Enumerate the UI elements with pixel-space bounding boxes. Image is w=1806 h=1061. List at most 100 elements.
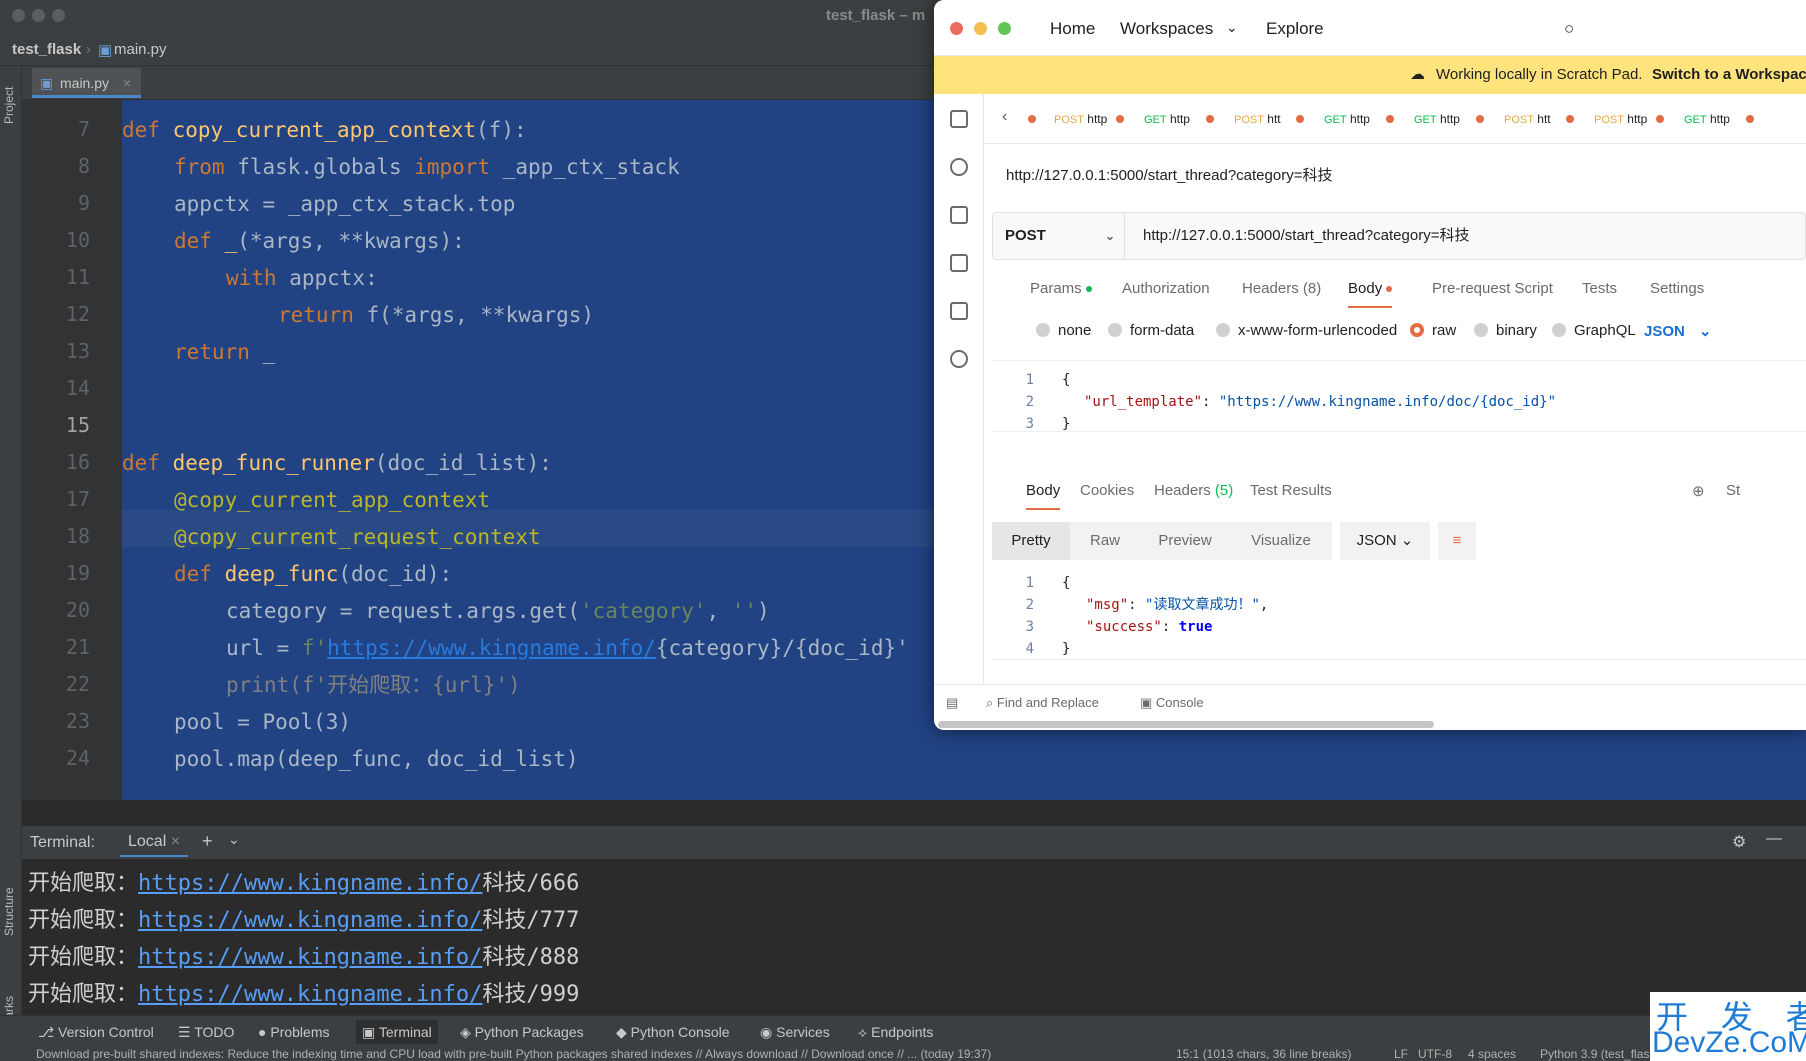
history-icon[interactable]	[950, 350, 968, 368]
wrap-lines-icon[interactable]: ≡	[1438, 522, 1476, 560]
problems-button[interactable]: ● Problems	[258, 1024, 330, 1040]
tab-params[interactable]: Params	[1030, 280, 1092, 297]
response-tab-test-results[interactable]: Test Results	[1250, 482, 1332, 499]
response-format-select[interactable]: JSON ⌄	[1340, 522, 1430, 560]
file-encoding[interactable]: UTF-8	[1418, 1047, 1452, 1061]
minimize-dot-icon[interactable]	[974, 22, 987, 35]
radio-none[interactable]: none	[1036, 322, 1091, 339]
todo-button[interactable]: ☰ TODO	[178, 1024, 234, 1041]
terminal-output[interactable]: 开始爬取：https://www.kingname.info/科技/666 开始…	[22, 859, 1806, 1015]
terminal-icon: ▣	[362, 1024, 379, 1040]
url-input[interactable]	[1143, 213, 1783, 259]
console-button[interactable]: ▣ Console	[1140, 695, 1204, 711]
breadcrumb-project[interactable]: test_flask	[12, 41, 81, 58]
apis-icon[interactable]	[950, 158, 968, 176]
close-dot-icon[interactable]	[12, 9, 25, 22]
chevron-down-icon[interactable]: ⌄	[1226, 19, 1238, 36]
close-icon[interactable]: ×	[171, 833, 180, 850]
request-tab[interactable]: GET http	[1684, 112, 1774, 126]
tab-main-py[interactable]: ▣ main.py ×	[32, 68, 142, 98]
request-tab[interactable]: POST htt	[1234, 112, 1324, 126]
chevron-down-icon[interactable]: ⌄	[228, 831, 240, 848]
tab-settings[interactable]: Settings	[1650, 280, 1704, 297]
request-title[interactable]: http://127.0.0.1:5000/start_thread?categ…	[1006, 164, 1332, 185]
nav-explore[interactable]: Explore	[1266, 19, 1324, 39]
cursor-position[interactable]: 15:1 (1013 chars, 36 line breaks)	[1176, 1047, 1351, 1061]
postman-window: Home Workspaces ⌄ Explore ○ ☁ Working lo…	[934, 0, 1806, 730]
horizontal-scrollbar[interactable]	[938, 721, 1434, 728]
tab-authorization[interactable]: Authorization	[1122, 280, 1210, 297]
structure-tool-button[interactable]: Structure	[2, 887, 16, 936]
view-visualize-button[interactable]: Visualize	[1230, 522, 1332, 560]
radio-urlencoded[interactable]: x-www-form-urlencoded	[1216, 322, 1397, 339]
endpoints-button[interactable]: ⟡ Endpoints	[858, 1024, 933, 1041]
python-console-button[interactable]: ◆ Python Console	[616, 1024, 730, 1041]
terminal-button[interactable]: ▣ Terminal	[356, 1020, 438, 1044]
nav-home[interactable]: Home	[1050, 19, 1095, 39]
tab-pre-request-script[interactable]: Pre-request Script	[1432, 280, 1553, 297]
tab-body[interactable]: Body	[1348, 280, 1393, 308]
method-select[interactable]: POST ⌄	[993, 213, 1125, 259]
radio-binary[interactable]: binary	[1474, 322, 1537, 339]
python-packages-button[interactable]: ◈ Python Packages	[460, 1024, 584, 1041]
radio-raw[interactable]: raw	[1410, 322, 1456, 339]
chevron-left-icon[interactable]: ‹	[1002, 108, 1007, 126]
mock-servers-icon[interactable]	[950, 254, 968, 272]
maximize-dot-icon[interactable]	[998, 22, 1011, 35]
gear-icon[interactable]: ⚙	[1732, 832, 1746, 852]
view-preview-button[interactable]: Preview	[1140, 522, 1230, 560]
maximize-dot-icon[interactable]	[52, 9, 65, 22]
monitors-icon[interactable]	[950, 302, 968, 320]
response-tab-headers[interactable]: Headers (5)	[1154, 482, 1233, 499]
postman-top-bar: Home Workspaces ⌄ Explore ○	[934, 0, 1806, 56]
add-terminal-icon[interactable]: +	[202, 831, 213, 852]
view-raw-button[interactable]: Raw	[1070, 522, 1140, 560]
project-tool-button[interactable]: Project	[2, 87, 16, 124]
code-line-7: def copy_current_app_context(f):	[122, 118, 527, 142]
version-control-button[interactable]: ⎇ Version Control	[38, 1024, 154, 1041]
services-button[interactable]: ◉ Services	[760, 1024, 830, 1041]
format-select[interactable]: JSON ⌄	[1644, 322, 1711, 340]
switch-workspace-link[interactable]: Switch to a Workspace	[1652, 56, 1806, 94]
nav-workspaces[interactable]: Workspaces	[1120, 19, 1213, 39]
response-tab-body[interactable]: Body	[1026, 482, 1061, 510]
terminal-tab-local[interactable]: Local ×	[120, 829, 189, 857]
request-tab[interactable]: POST http	[1594, 112, 1684, 126]
response-tab-cookies[interactable]: Cookies	[1080, 482, 1134, 499]
code-line-12: return f(*args, **kwargs)	[278, 303, 595, 327]
watermark-en: DevZe.CoM	[1652, 1026, 1806, 1059]
viewer-line: 1{	[1025, 575, 1071, 591]
radio-icon	[1552, 323, 1566, 337]
request-tab[interactable]: GET http	[1144, 112, 1234, 126]
status-message[interactable]: Download pre-built shared indexes: Reduc…	[36, 1047, 1136, 1061]
close-dot-icon[interactable]	[950, 22, 963, 35]
search-icon[interactable]: ○	[1564, 19, 1574, 39]
collections-icon[interactable]	[950, 110, 968, 128]
line-separator[interactable]: LF	[1394, 1047, 1408, 1061]
request-tab[interactable]: POST http	[1054, 112, 1144, 126]
breadcrumb-file[interactable]: main.py	[114, 41, 167, 58]
radio-form-data[interactable]: form-data	[1108, 322, 1194, 339]
response-view-bar: Pretty Raw Preview Visualize JSON ⌄ ≡	[992, 522, 1806, 560]
request-tab[interactable]: POST htt	[1504, 112, 1594, 126]
close-icon[interactable]: ×	[123, 75, 131, 91]
code-line-19: def deep_func(doc_id):	[174, 562, 453, 586]
globe-icon[interactable]: ⊕	[1692, 482, 1705, 500]
request-tab[interactable]: GET http	[1414, 112, 1504, 126]
request-body-editor[interactable]: 1{ 2 "url_template": "https://www.kingnam…	[992, 360, 1806, 432]
minimize-dot-icon[interactable]	[32, 9, 45, 22]
left-tool-strip: Project Structure Bookmarks	[0, 66, 22, 1056]
find-replace-button[interactable]: ⌕ Find and Replace	[986, 695, 1099, 711]
response-body-viewer[interactable]: 1{ 2 "msg": "读取文章成功！", 3 "success": true 4…	[992, 572, 1806, 660]
code-line-8: from flask.globals import _app_ctx_stack	[174, 155, 680, 179]
tab-headers[interactable]: Headers (8)	[1242, 280, 1321, 297]
radio-graphql[interactable]: GraphQL	[1552, 322, 1636, 339]
line-number: 12	[65, 302, 90, 326]
minimize-icon[interactable]: —	[1766, 830, 1782, 848]
indent-setting[interactable]: 4 spaces	[1468, 1047, 1516, 1061]
sidebar-toggle-icon[interactable]: ▤	[946, 695, 958, 711]
view-pretty-button[interactable]: Pretty	[992, 522, 1070, 560]
request-tab[interactable]: GET http	[1324, 112, 1414, 126]
tab-tests[interactable]: Tests	[1582, 280, 1617, 297]
environments-icon[interactable]	[950, 206, 968, 224]
